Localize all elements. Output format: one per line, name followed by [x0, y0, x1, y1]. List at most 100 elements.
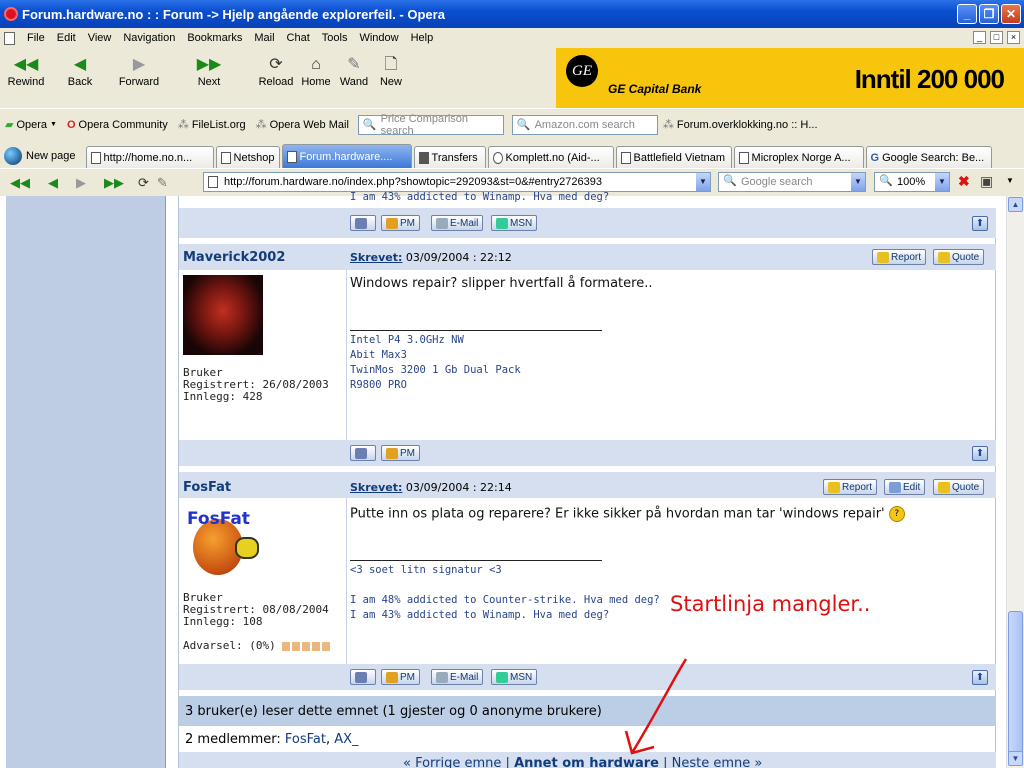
pm-button[interactable]: PM — [381, 669, 420, 685]
next-icon[interactable]: ▶▶ — [104, 175, 124, 191]
quote-button[interactable]: Quote — [933, 249, 985, 265]
rewind-icon[interactable]: ◀◀ — [10, 175, 30, 191]
tab-home-no[interactable]: http://home.no.n... — [85, 146, 214, 168]
menu-help[interactable]: Help — [405, 32, 440, 44]
avatar — [183, 275, 263, 355]
close-button[interactable]: ✕ — [1001, 4, 1021, 24]
pm-button[interactable]: PM — [381, 215, 420, 231]
msn-button[interactable]: MSN — [491, 669, 538, 685]
member-link[interactable]: FosFat — [285, 732, 326, 747]
permalink[interactable]: Skrevet: — [350, 251, 402, 264]
back-to-top-button[interactable]: ⬆ — [972, 446, 988, 461]
chevron-down-icon[interactable]: ▼ — [696, 173, 710, 191]
quote-label: Quote — [952, 251, 980, 263]
email-button[interactable]: E-Mail — [431, 669, 484, 685]
mdi-restore-button[interactable]: □ — [990, 31, 1003, 44]
price-comparison-search[interactable]: 🔍 Price Comparison search — [357, 113, 504, 137]
google-search-placeholder: Google search — [741, 176, 813, 188]
tab-bar: New page http://home.no.n... Netshop For… — [0, 140, 1024, 168]
tab-google-search[interactable]: G Google Search: Be... — [865, 146, 992, 168]
tab-microplex[interactable]: Microplex Norge A... — [733, 146, 864, 168]
menu-edit[interactable]: Edit — [51, 32, 82, 44]
mdi-minimize-button[interactable]: _ — [973, 31, 986, 44]
zoom-field[interactable]: 🔍 100% ▼ — [874, 172, 950, 192]
pm-button[interactable]: PM — [381, 445, 420, 461]
menu-mail[interactable]: Mail — [248, 32, 280, 44]
bookmark-filelist[interactable]: ⁂ FileList.org — [173, 118, 251, 132]
back-button[interactable]: ◀ Back — [62, 54, 98, 88]
tab-label: Transfers — [431, 151, 478, 164]
scroll-down-button[interactable]: ▼ — [1008, 751, 1023, 766]
vertical-scrollbar[interactable]: ▲ ▼ — [1006, 196, 1024, 768]
scroll-thumb[interactable] — [1008, 611, 1023, 761]
search-icon: 🔍 — [516, 119, 531, 131]
reload-icon: ⟳ — [269, 56, 283, 73]
mdi-close-button[interactable]: × — [1007, 31, 1020, 44]
back-label: Back — [67, 76, 93, 88]
home-label: Home — [301, 76, 331, 88]
home-button[interactable]: ⌂ Home — [300, 54, 332, 88]
back-icon[interactable]: ◀ — [48, 175, 58, 191]
menu-tools[interactable]: Tools — [316, 32, 354, 44]
chevron-down-icon[interactable]: ▼ — [1006, 176, 1014, 185]
tab-label: Netshop — [233, 151, 275, 164]
profile-icon — [355, 447, 367, 459]
bookmark-opera[interactable]: ▰ Opera ▼ — [0, 118, 62, 132]
previous-topic-link[interactable]: « Forrige emne — [403, 756, 501, 768]
tab-netshop[interactable]: Netshop — [215, 146, 280, 168]
maximize-button[interactable]: ❐ — [979, 4, 999, 24]
msn-button[interactable]: MSN — [491, 215, 538, 231]
edit-button[interactable]: Edit — [884, 479, 926, 495]
scroll-up-button[interactable]: ▲ — [1008, 197, 1023, 212]
quote-button[interactable]: Quote — [933, 479, 985, 495]
new-button[interactable]: 🗋 New — [376, 54, 406, 88]
tab-battlefield[interactable]: Battlefield Vietnam — [615, 146, 732, 168]
stop-icon[interactable]: ✖ — [958, 173, 970, 190]
back-to-top-button[interactable]: ⬆ — [972, 670, 988, 685]
email-button[interactable]: E-Mail — [431, 215, 484, 231]
profile-button[interactable] — [350, 215, 376, 231]
next-button[interactable]: ▶▶ Next — [192, 54, 226, 88]
tab-forum-hardware[interactable]: Forum.hardware.... — [281, 144, 412, 168]
wand-icon[interactable]: ✎ — [157, 175, 168, 191]
reload-icon[interactable]: ⟳ — [138, 175, 149, 191]
menu-bookmarks[interactable]: Bookmarks — [181, 32, 248, 44]
signature-line: <3 soet litn signatur <3 — [350, 564, 502, 576]
document-icon[interactable] — [4, 31, 15, 45]
member-link[interactable]: AX_ — [334, 732, 358, 747]
rewind-button[interactable]: ◀◀ Rewind — [6, 54, 46, 88]
amazon-search[interactable]: 🔍 Amazon.com search — [511, 114, 658, 135]
address-field[interactable]: http://forum.hardware.no/index.php?showt… — [203, 172, 711, 192]
google-search-field[interactable]: 🔍 Google search ▼ — [718, 172, 866, 192]
back-to-top-button[interactable]: ⬆ — [972, 216, 988, 231]
forward-button[interactable]: ▶ Forward — [116, 54, 162, 88]
tab-komplett[interactable]: Komplett.no (Aid-... — [487, 146, 614, 168]
new-page-button[interactable]: New page — [4, 144, 86, 168]
menu-window[interactable]: Window — [353, 32, 404, 44]
active-readers-text: 3 bruker(e) leser dette emnet (1 gjester… — [185, 704, 602, 719]
menu-file[interactable]: File — [21, 32, 51, 44]
wand-button[interactable]: ✎ Wand — [338, 54, 370, 88]
profile-button[interactable] — [350, 669, 376, 685]
tab-transfers[interactable]: Transfers — [413, 146, 486, 168]
post-author[interactable]: FosFat — [183, 480, 231, 495]
msn-label: MSN — [510, 671, 533, 683]
rewind-icon: ◀◀ — [13, 56, 39, 73]
bookmark-overklokking[interactable]: ⁂ Forum.overklokking.no :: H... — [658, 118, 823, 132]
camera-icon[interactable]: ▣ — [980, 173, 993, 190]
chevron-down-icon[interactable]: ▼ — [935, 173, 949, 191]
reload-button[interactable]: ⟳ Reload — [256, 54, 296, 88]
report-button[interactable]: Report — [823, 479, 878, 495]
forward-icon[interactable]: ▶ — [76, 175, 86, 191]
menu-chat[interactable]: Chat — [281, 32, 316, 44]
menu-navigation[interactable]: Navigation — [117, 32, 181, 44]
bookmark-opera-community[interactable]: O Opera Community — [62, 119, 173, 131]
post-author[interactable]: Maverick2002 — [183, 250, 285, 265]
minimize-button[interactable]: _ — [957, 4, 977, 24]
report-button[interactable]: Report — [872, 249, 927, 265]
bookmark-opera-web-mail[interactable]: ⁂ Opera Web Mail — [251, 118, 354, 132]
profile-button[interactable] — [350, 445, 376, 461]
chevron-down-icon[interactable]: ▼ — [851, 173, 865, 191]
menu-view[interactable]: View — [82, 32, 118, 44]
permalink[interactable]: Skrevet: — [350, 481, 402, 494]
